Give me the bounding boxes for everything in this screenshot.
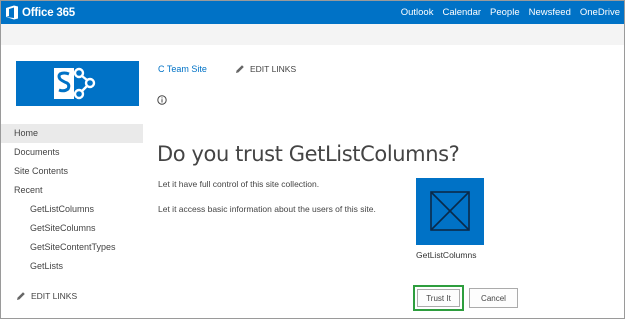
trust-it-button[interactable]: Trust It xyxy=(417,289,460,307)
edit-links-top[interactable]: EDIT LINKS xyxy=(235,64,296,74)
nav-item-getsitecolumns[interactable]: GetSiteColumns xyxy=(1,219,143,238)
office-brand[interactable]: Office 365 xyxy=(5,4,75,21)
ribbon-bar xyxy=(1,24,624,45)
suite-nav-onedrive[interactable]: OneDrive xyxy=(580,7,620,18)
pencil-icon xyxy=(16,291,26,301)
suite-nav-calendar[interactable]: Calendar xyxy=(442,7,481,18)
edit-links-label: EDIT LINKS xyxy=(31,291,78,301)
cancel-button-wrap: Cancel xyxy=(469,288,518,308)
nav-item-getlists[interactable]: GetLists xyxy=(1,257,143,276)
site-title[interactable]: C Team Site xyxy=(158,64,207,74)
brand-text: Office 365 xyxy=(22,6,75,19)
sharepoint-logo-icon[interactable] xyxy=(16,61,139,106)
nav-item-getlistcolumns[interactable]: GetListColumns xyxy=(1,200,143,219)
suite-nav-people[interactable]: People xyxy=(490,7,520,18)
permission-full-control: Let it have full control of this site co… xyxy=(158,179,320,189)
info-icon[interactable] xyxy=(157,92,167,105)
suite-nav-outlook[interactable]: Outlook xyxy=(401,7,434,18)
nav-item-documents[interactable]: Documents xyxy=(1,143,143,162)
nav-item-getsitecontenttypes[interactable]: GetSiteContentTypes xyxy=(1,238,143,257)
app-placeholder-icon xyxy=(416,178,484,245)
pencil-icon xyxy=(235,64,245,74)
nav-item-recent[interactable]: Recent xyxy=(1,181,143,200)
trust-heading: Do you trust GetListColumns? xyxy=(157,142,460,166)
app-name: GetListColumns xyxy=(416,250,477,260)
suite-nav: Outlook Calendar People Newsfeed OneDriv… xyxy=(392,1,620,24)
edit-links-left[interactable]: EDIT LINKS xyxy=(16,291,77,301)
page-frame: Office 365 Outlook Calendar People Newsf… xyxy=(0,0,625,319)
permission-user-info: Let it access basic information about th… xyxy=(158,204,376,214)
trust-button-focus-ring: Trust It xyxy=(413,285,464,311)
cancel-button[interactable]: Cancel xyxy=(469,288,518,308)
suite-bar: Office 365 Outlook Calendar People Newsf… xyxy=(1,1,624,24)
suite-nav-newsfeed[interactable]: Newsfeed xyxy=(529,7,571,18)
left-nav: Home Documents Site Contents Recent GetL… xyxy=(1,124,143,276)
nav-item-site-contents[interactable]: Site Contents xyxy=(1,162,143,181)
edit-links-label: EDIT LINKS xyxy=(250,64,297,74)
office-logo-icon xyxy=(5,5,19,20)
nav-item-home[interactable]: Home xyxy=(1,124,143,143)
